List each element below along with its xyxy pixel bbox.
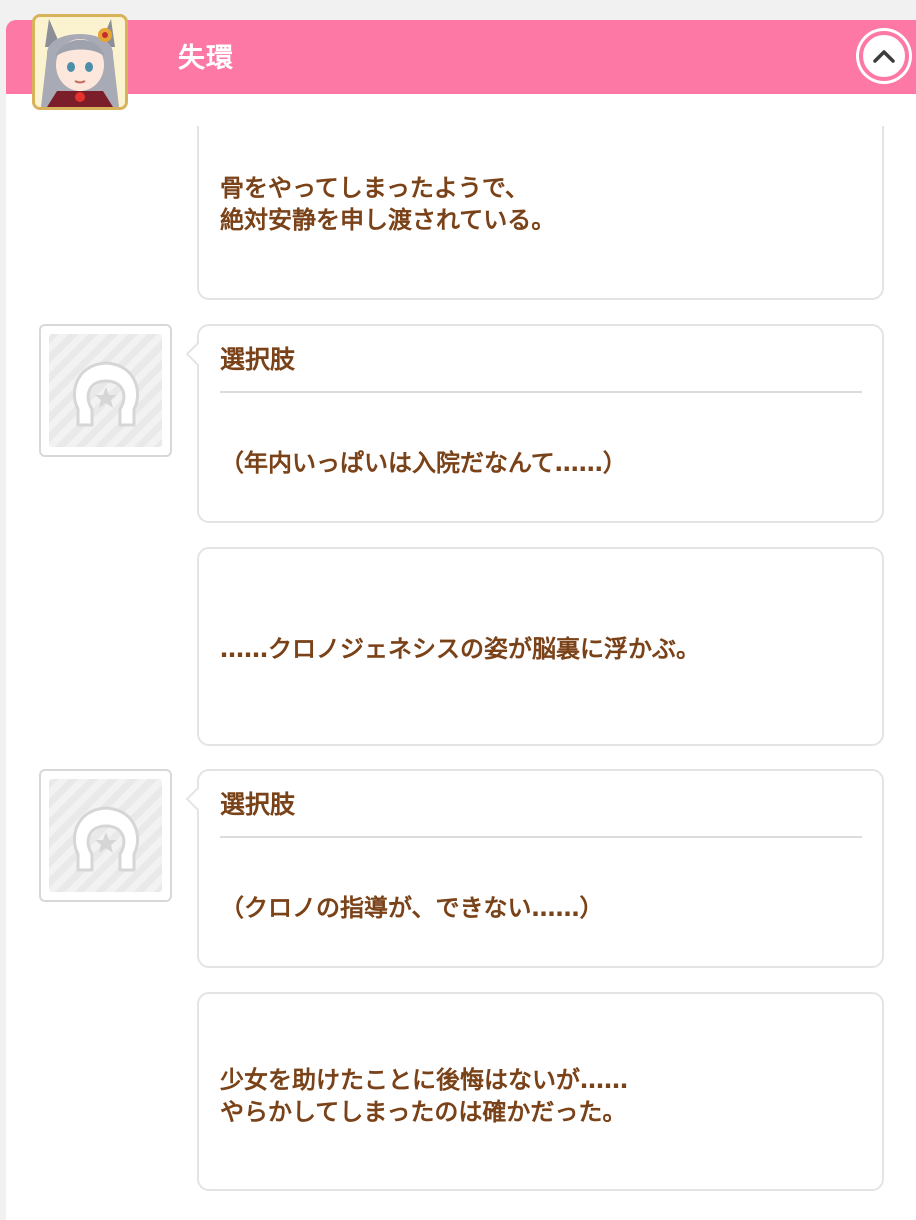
story-title: 失環 [178,43,234,74]
divider [220,836,862,838]
choice-header: 選択肢 [220,790,296,819]
text-line: ……クロノジェネシスの姿が脳裏に浮かぶ。 [220,635,700,663]
narration-bubble: ……クロノジェネシスの姿が脳裏に浮かぶ。 [197,547,884,746]
collapse-button[interactable] [859,31,909,81]
narration-text: 少女を助けたことに後悔はないが…… やらかしてしまったのは確かだった。 [220,1064,628,1128]
choice-text: （クロノの指導が、できない……） [220,892,604,924]
divider [220,391,862,393]
choice-icon [39,769,172,902]
text-line: やらかしてしまったのは確かだった。 [220,1098,627,1126]
text-line: 少女を助けたことに後悔はないが…… [220,1066,628,1094]
horseshoe-star-icon [72,361,139,426]
choice-header: 選択肢 [220,345,296,374]
text-line: （クロノの指導が、できない……） [220,894,604,922]
character-portrait-icon [32,14,128,110]
narration-text: ……クロノジェネシスの姿が脳裏に浮かぶ。 [220,633,700,665]
narration-bubble: 骨をやってしまったようで、 絶対安静を申し渡されている。 [197,126,884,300]
horseshoe-star-icon [72,806,139,871]
choice-icon [39,324,172,457]
chevron-up-icon [873,50,895,63]
choice-text: （年内いっぱいは入院だなんて……） [220,447,627,479]
story-header-bar [6,20,916,94]
choice-bubble: 選択肢 （クロノの指導が、できない……） [185,769,884,968]
choice-bubble: 選択肢 （年内いっぱいは入院だなんて……） [185,324,884,523]
text-line: （年内いっぱいは入院だなんて……） [220,449,627,477]
text-line: 絶対安静を申し渡されている。 [220,206,556,234]
text-line: 骨をやってしまったようで、 [220,174,529,202]
narration-bubble: 少女を助けたことに後悔はないが…… やらかしてしまったのは確かだった。 [197,992,884,1191]
narration-text: 骨をやってしまったようで、 絶対安静を申し渡されている。 [220,172,555,236]
